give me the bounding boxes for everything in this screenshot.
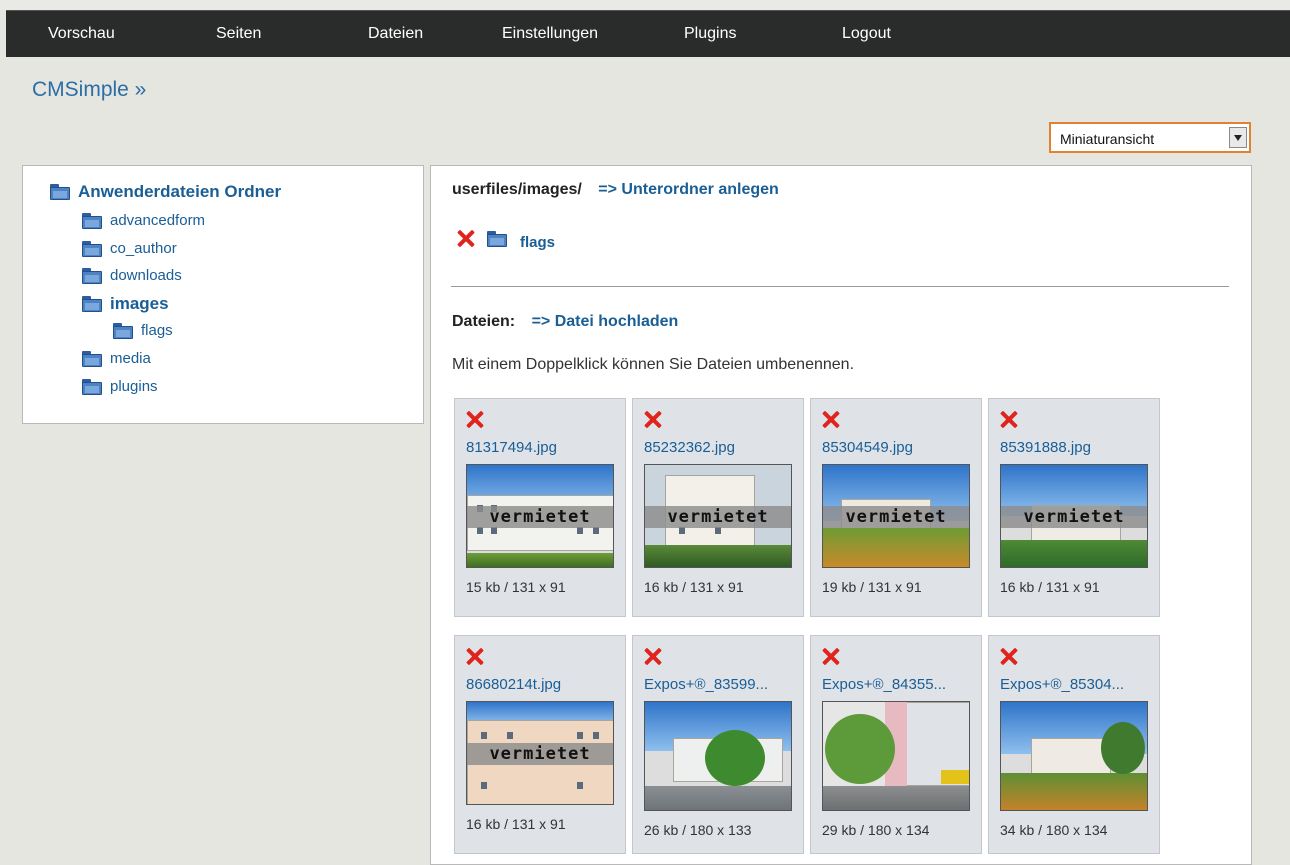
file-card[interactable]: 85304549.jpg vermietet 19 kb / 131 x 91 (810, 398, 982, 617)
folder-icon (113, 322, 133, 339)
file-card[interactable]: Expos+®_84355... 29 kb / 180 x 134 (810, 635, 982, 854)
brand-link[interactable]: CMSimple » (32, 78, 146, 102)
file-name[interactable]: 85304549.jpg (822, 439, 913, 456)
tree-item-media[interactable]: media (82, 350, 151, 367)
folder-icon (82, 378, 102, 395)
tree-item-label: flags (141, 322, 173, 339)
file-meta: 34 kb / 180 x 134 (1000, 822, 1108, 838)
tree-item-label: advancedform (110, 212, 206, 229)
view-mode-select[interactable]: Miniaturansicht (1049, 122, 1251, 153)
current-path-text: userfiles/images/ (452, 181, 582, 198)
delete-file-icon[interactable] (466, 647, 484, 665)
delete-file-icon[interactable] (644, 410, 662, 428)
nav-logout[interactable]: Logout (842, 25, 891, 43)
create-subfolder-link[interactable]: => Unterordner anlegen (598, 181, 779, 198)
divider (451, 286, 1229, 287)
tree-item-images[interactable]: images (82, 294, 169, 314)
nav-seiten[interactable]: Seiten (216, 25, 261, 43)
thumbnail-overlay-text: vermietet (467, 742, 613, 765)
file-thumbnail[interactable]: vermietet (822, 464, 970, 568)
folder-icon (82, 350, 102, 367)
tree-item-flags[interactable]: flags (113, 322, 173, 339)
delete-file-icon[interactable] (1000, 647, 1018, 665)
tree-item-plugins[interactable]: plugins (82, 378, 158, 395)
file-meta: 16 kb / 131 x 91 (644, 579, 744, 595)
file-meta: 16 kb / 131 x 91 (466, 816, 566, 832)
file-card[interactable]: 81317494.jpg vermietet 15 kb / 131 x 91 (454, 398, 626, 617)
file-thumbnail[interactable]: vermietet (466, 701, 614, 805)
delete-file-icon[interactable] (466, 410, 484, 428)
folder-icon (82, 240, 102, 257)
folder-icon (82, 212, 102, 229)
file-card[interactable]: 85391888.jpg vermietet 16 kb / 131 x 91 (988, 398, 1160, 617)
nav-vorschau[interactable]: Vorschau (48, 25, 115, 43)
file-name[interactable]: Expos+®_85304... (1000, 676, 1124, 693)
file-meta: 15 kb / 131 x 91 (466, 579, 566, 595)
file-name[interactable]: 85232362.jpg (644, 439, 735, 456)
tree-item-label: downloads (110, 267, 182, 284)
file-card[interactable]: Expos+®_83599... 26 kb / 180 x 133 (632, 635, 804, 854)
file-thumbnail[interactable] (1000, 701, 1148, 811)
file-meta: 29 kb / 180 x 134 (822, 822, 930, 838)
delete-file-icon[interactable] (822, 410, 840, 428)
file-meta: 26 kb / 180 x 133 (644, 822, 752, 838)
file-name[interactable]: Expos+®_84355... (822, 676, 946, 693)
window-top-strip (0, 0, 1290, 10)
tree-root-label: Anwenderdateien Ordner (78, 182, 282, 201)
file-meta: 19 kb / 131 x 91 (822, 579, 922, 595)
tree-item-label: co_author (110, 240, 177, 257)
thumbnail-overlay-text: vermietet (645, 505, 791, 528)
tree-root[interactable]: Anwenderdateien Ordner (50, 182, 281, 202)
tree-item-co-author[interactable]: co_author (82, 240, 177, 257)
delete-file-icon[interactable] (644, 647, 662, 665)
file-name[interactable]: Expos+®_83599... (644, 676, 768, 693)
file-name[interactable]: 85391888.jpg (1000, 439, 1091, 456)
subfolder-flags-link[interactable]: flags (520, 234, 555, 251)
thumbnail-overlay-text: vermietet (467, 505, 613, 528)
view-mode-value: Miniaturansicht (1060, 131, 1155, 147)
files-header: Dateien: => Datei hochladen (452, 313, 678, 331)
thumbnail-overlay-text: vermietet (823, 505, 969, 528)
file-card[interactable]: Expos+®_85304... 34 kb / 180 x 134 (988, 635, 1160, 854)
file-card[interactable]: 85232362.jpg vermietet 16 kb / 131 x 91 (632, 398, 804, 617)
delete-folder-icon[interactable] (457, 229, 475, 247)
folder-icon (487, 231, 507, 247)
delete-file-icon[interactable] (1000, 410, 1018, 428)
folder-open-icon (50, 184, 70, 200)
nav-einstellungen[interactable]: Einstellungen (502, 25, 598, 43)
delete-file-icon[interactable] (822, 647, 840, 665)
upload-file-link[interactable]: => Datei hochladen (532, 313, 679, 330)
thumbnail-overlay-text: vermietet (1001, 505, 1147, 528)
dropdown-arrow-icon[interactable] (1229, 127, 1247, 148)
file-thumbnail[interactable]: vermietet (466, 464, 614, 568)
tree-item-label: media (110, 350, 151, 367)
nav-dateien[interactable]: Dateien (368, 25, 423, 43)
file-card[interactable]: 86680214t.jpg vermietet 16 kb / 131 x 91 (454, 635, 626, 854)
rename-hint: Mit einem Doppelklick können Sie Dateien… (452, 356, 855, 373)
tree-item-advancedform[interactable]: advancedform (82, 212, 205, 229)
tree-item-label: plugins (110, 378, 158, 395)
file-thumbnail[interactable]: vermietet (644, 464, 792, 568)
files-label: Dateien: (452, 313, 516, 330)
current-path: userfiles/images/ => Unterordner anlegen (452, 181, 779, 199)
file-thumbnail[interactable] (644, 701, 792, 811)
folder-open-icon (82, 296, 102, 312)
nav-plugins[interactable]: Plugins (684, 25, 736, 43)
file-name[interactable]: 81317494.jpg (466, 439, 557, 456)
file-thumbnail[interactable]: vermietet (1000, 464, 1148, 568)
file-name[interactable]: 86680214t.jpg (466, 676, 561, 693)
file-meta: 16 kb / 131 x 91 (1000, 579, 1100, 595)
tree-item-label: images (110, 294, 169, 313)
tree-item-downloads[interactable]: downloads (82, 267, 182, 284)
folder-icon (82, 267, 102, 284)
main-navbar: Vorschau Seiten Dateien Einstellungen Pl… (6, 10, 1290, 57)
file-thumbnail[interactable] (822, 701, 970, 811)
